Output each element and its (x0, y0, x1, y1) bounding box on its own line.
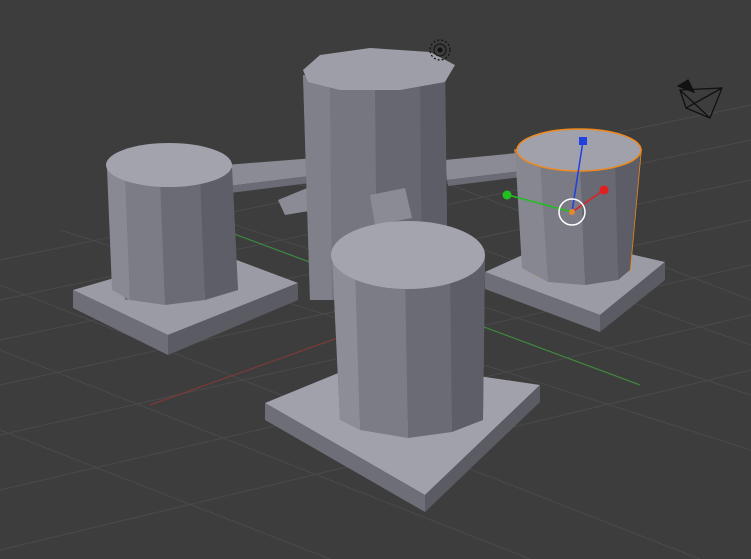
front-cylinder[interactable] (265, 221, 540, 512)
gizmo-x-handle[interactable] (599, 185, 609, 195)
3d-viewport[interactable] (0, 0, 751, 559)
object-origin-dot (569, 209, 575, 215)
gizmo-y-handle[interactable] (502, 190, 512, 200)
viewport-canvas[interactable] (0, 0, 751, 559)
gizmo-z-handle[interactable] (579, 137, 587, 145)
